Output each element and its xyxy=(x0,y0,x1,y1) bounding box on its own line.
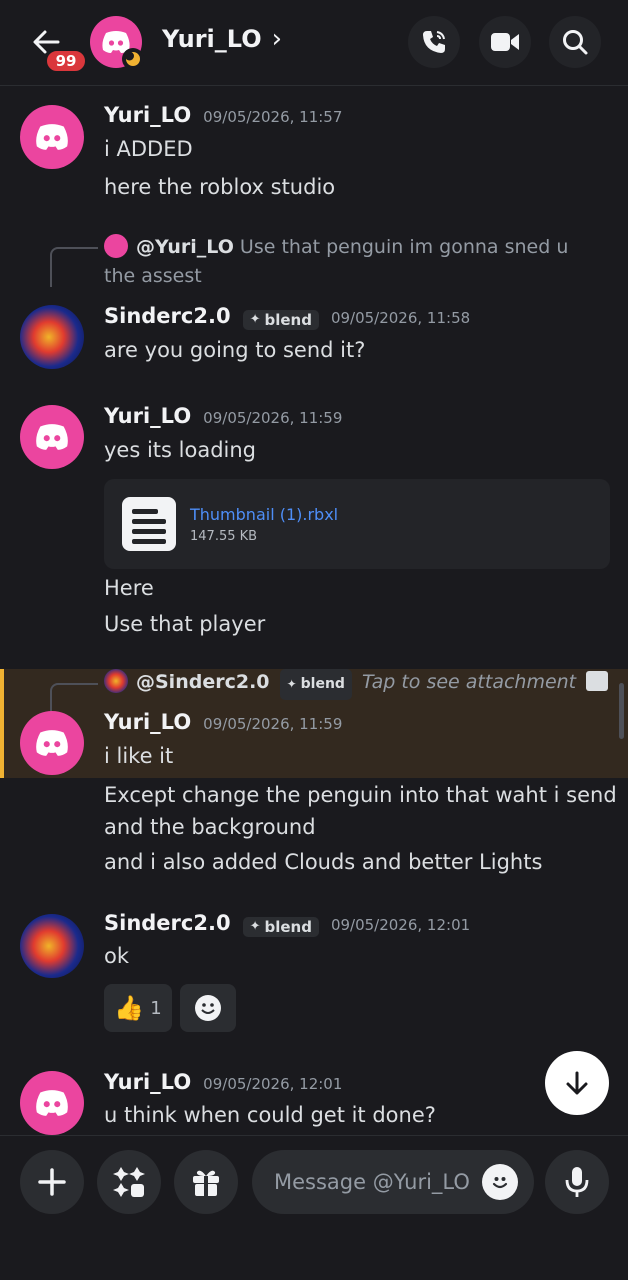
reply-connector xyxy=(50,247,98,287)
message-text: ok xyxy=(104,944,130,968)
add-reaction-icon xyxy=(195,995,221,1021)
avatar[interactable] xyxy=(20,105,84,169)
gift-icon xyxy=(193,1170,219,1196)
discord-logo-icon xyxy=(36,124,68,150)
timestamp: 09/05/2026, 11:57 xyxy=(203,108,343,126)
message-text: Here xyxy=(104,576,154,600)
username[interactable]: Sinderc2.0 xyxy=(104,911,231,935)
scrollbar[interactable] xyxy=(619,683,624,739)
message-header: Yuri_LO 09/05/2026, 11:59 xyxy=(104,404,342,428)
reply-author: @Sinderc2.0 xyxy=(136,671,270,693)
image-icon xyxy=(586,671,609,691)
discord-logo-icon xyxy=(36,730,68,756)
message-header: Yuri_LO 09/05/2026, 12:01 xyxy=(104,1070,342,1094)
message-text: Use that player xyxy=(104,612,266,636)
reply-preview[interactable]: @Sinderc2.0 ✦ blend Tap to see attachment xyxy=(104,668,609,700)
add-reaction-button[interactable] xyxy=(180,984,236,1032)
message-composer xyxy=(0,1135,628,1280)
chat-header: 99 Yuri_LO › xyxy=(0,0,628,86)
emoji-icon xyxy=(492,1177,508,1189)
plus-icon xyxy=(38,1168,66,1196)
reaction-count: 1 xyxy=(150,997,162,1019)
video-call-button[interactable] xyxy=(479,16,531,68)
message-text: Except change the penguin into that waht… xyxy=(104,783,617,807)
sparkle-icon: ✦ xyxy=(249,919,261,934)
arrow-down-icon xyxy=(566,1071,588,1095)
reply-preview[interactable]: @Yuri_LO Use that penguin im gonna sned … xyxy=(104,233,604,291)
unread-badge: 99 xyxy=(44,48,88,74)
timestamp: 09/05/2026, 12:01 xyxy=(330,916,471,934)
search-button[interactable] xyxy=(549,16,601,68)
username[interactable]: Yuri_LO xyxy=(104,710,191,734)
microphone-icon xyxy=(565,1167,589,1197)
message-text: i like it xyxy=(104,744,174,768)
document-icon xyxy=(122,497,176,551)
server-tag[interactable]: ✦ blend xyxy=(242,309,319,330)
reply-avatar xyxy=(104,234,128,258)
search-icon xyxy=(563,30,588,55)
apps-icon xyxy=(113,1167,145,1197)
gift-button[interactable] xyxy=(174,1150,238,1214)
timestamp: 09/05/2026, 11:58 xyxy=(330,309,471,327)
jump-to-latest-button[interactable] xyxy=(545,1051,609,1115)
message-header: Yuri_LO 09/05/2026, 11:57 xyxy=(104,103,342,127)
server-tag[interactable]: ✦ blend xyxy=(242,916,319,937)
timestamp: 09/05/2026, 11:59 xyxy=(203,409,343,427)
message-text: and i also added Clouds and better Light… xyxy=(104,850,543,874)
idle-status-icon xyxy=(122,48,144,70)
file-size: 147.55 KB xyxy=(190,529,258,544)
server-tag: ✦ blend xyxy=(279,669,352,700)
message-text: u think when could get it done? xyxy=(104,1103,436,1127)
timestamp: 09/05/2026, 12:01 xyxy=(203,1075,343,1093)
message-feed[interactable]: Yuri_LO 09/05/2026, 11:57 i ADDED here t… xyxy=(0,87,628,1135)
avatar[interactable] xyxy=(20,405,84,469)
video-camera-icon xyxy=(491,33,519,51)
message-text: i ADDED xyxy=(104,137,193,161)
avatar[interactable] xyxy=(20,305,84,369)
sparkle-icon: ✦ xyxy=(249,312,261,327)
avatar[interactable] xyxy=(20,711,84,775)
emoji-button[interactable] xyxy=(482,1164,518,1200)
chevron-right-icon: › xyxy=(271,24,283,54)
reaction-thumbs-up[interactable]: 👍 1 xyxy=(104,984,172,1032)
avatar[interactable] xyxy=(20,914,84,978)
apps-button[interactable] xyxy=(97,1150,161,1214)
message-header: Sinderc2.0 ✦ blend 09/05/2026, 11:58 xyxy=(104,304,470,330)
username[interactable]: Yuri_LO xyxy=(104,103,191,127)
voice-call-button[interactable] xyxy=(408,16,460,68)
username[interactable]: Yuri_LO xyxy=(104,404,191,428)
thumbs-up-icon: 👍 xyxy=(114,994,145,1022)
timestamp: 09/05/2026, 11:59 xyxy=(203,715,343,733)
message-header: Sinderc2.0 ✦ blend 09/05/2026, 12:01 xyxy=(104,911,470,937)
phone-icon xyxy=(423,31,445,53)
username[interactable]: Yuri_LO xyxy=(104,1070,191,1094)
message-text: yes its loading xyxy=(104,438,257,462)
discord-logo-icon xyxy=(36,424,68,450)
sparkle-icon: ✦ xyxy=(286,677,297,691)
message-header: Yuri_LO 09/05/2026, 11:59 xyxy=(104,710,342,734)
message-text: are you going to send it? xyxy=(104,338,366,362)
voice-message-button[interactable] xyxy=(545,1150,609,1214)
discord-logo-icon xyxy=(36,1090,68,1116)
attach-button[interactable] xyxy=(20,1150,84,1214)
message-text: here the roblox studio xyxy=(104,175,336,199)
message-text: and the background xyxy=(104,815,316,839)
username[interactable]: Sinderc2.0 xyxy=(104,304,231,328)
channel-title[interactable]: Yuri_LO › xyxy=(162,24,282,54)
avatar[interactable] xyxy=(20,1071,84,1135)
file-name-link[interactable]: Thumbnail (1).rbxl xyxy=(190,505,338,524)
reply-text: Tap to see attachment xyxy=(361,671,577,693)
file-attachment[interactable]: Thumbnail (1).rbxl 147.55 KB xyxy=(104,479,610,569)
reply-avatar xyxy=(104,669,128,693)
reply-author: @Yuri_LO xyxy=(136,236,234,258)
channel-name: Yuri_LO xyxy=(162,25,262,53)
